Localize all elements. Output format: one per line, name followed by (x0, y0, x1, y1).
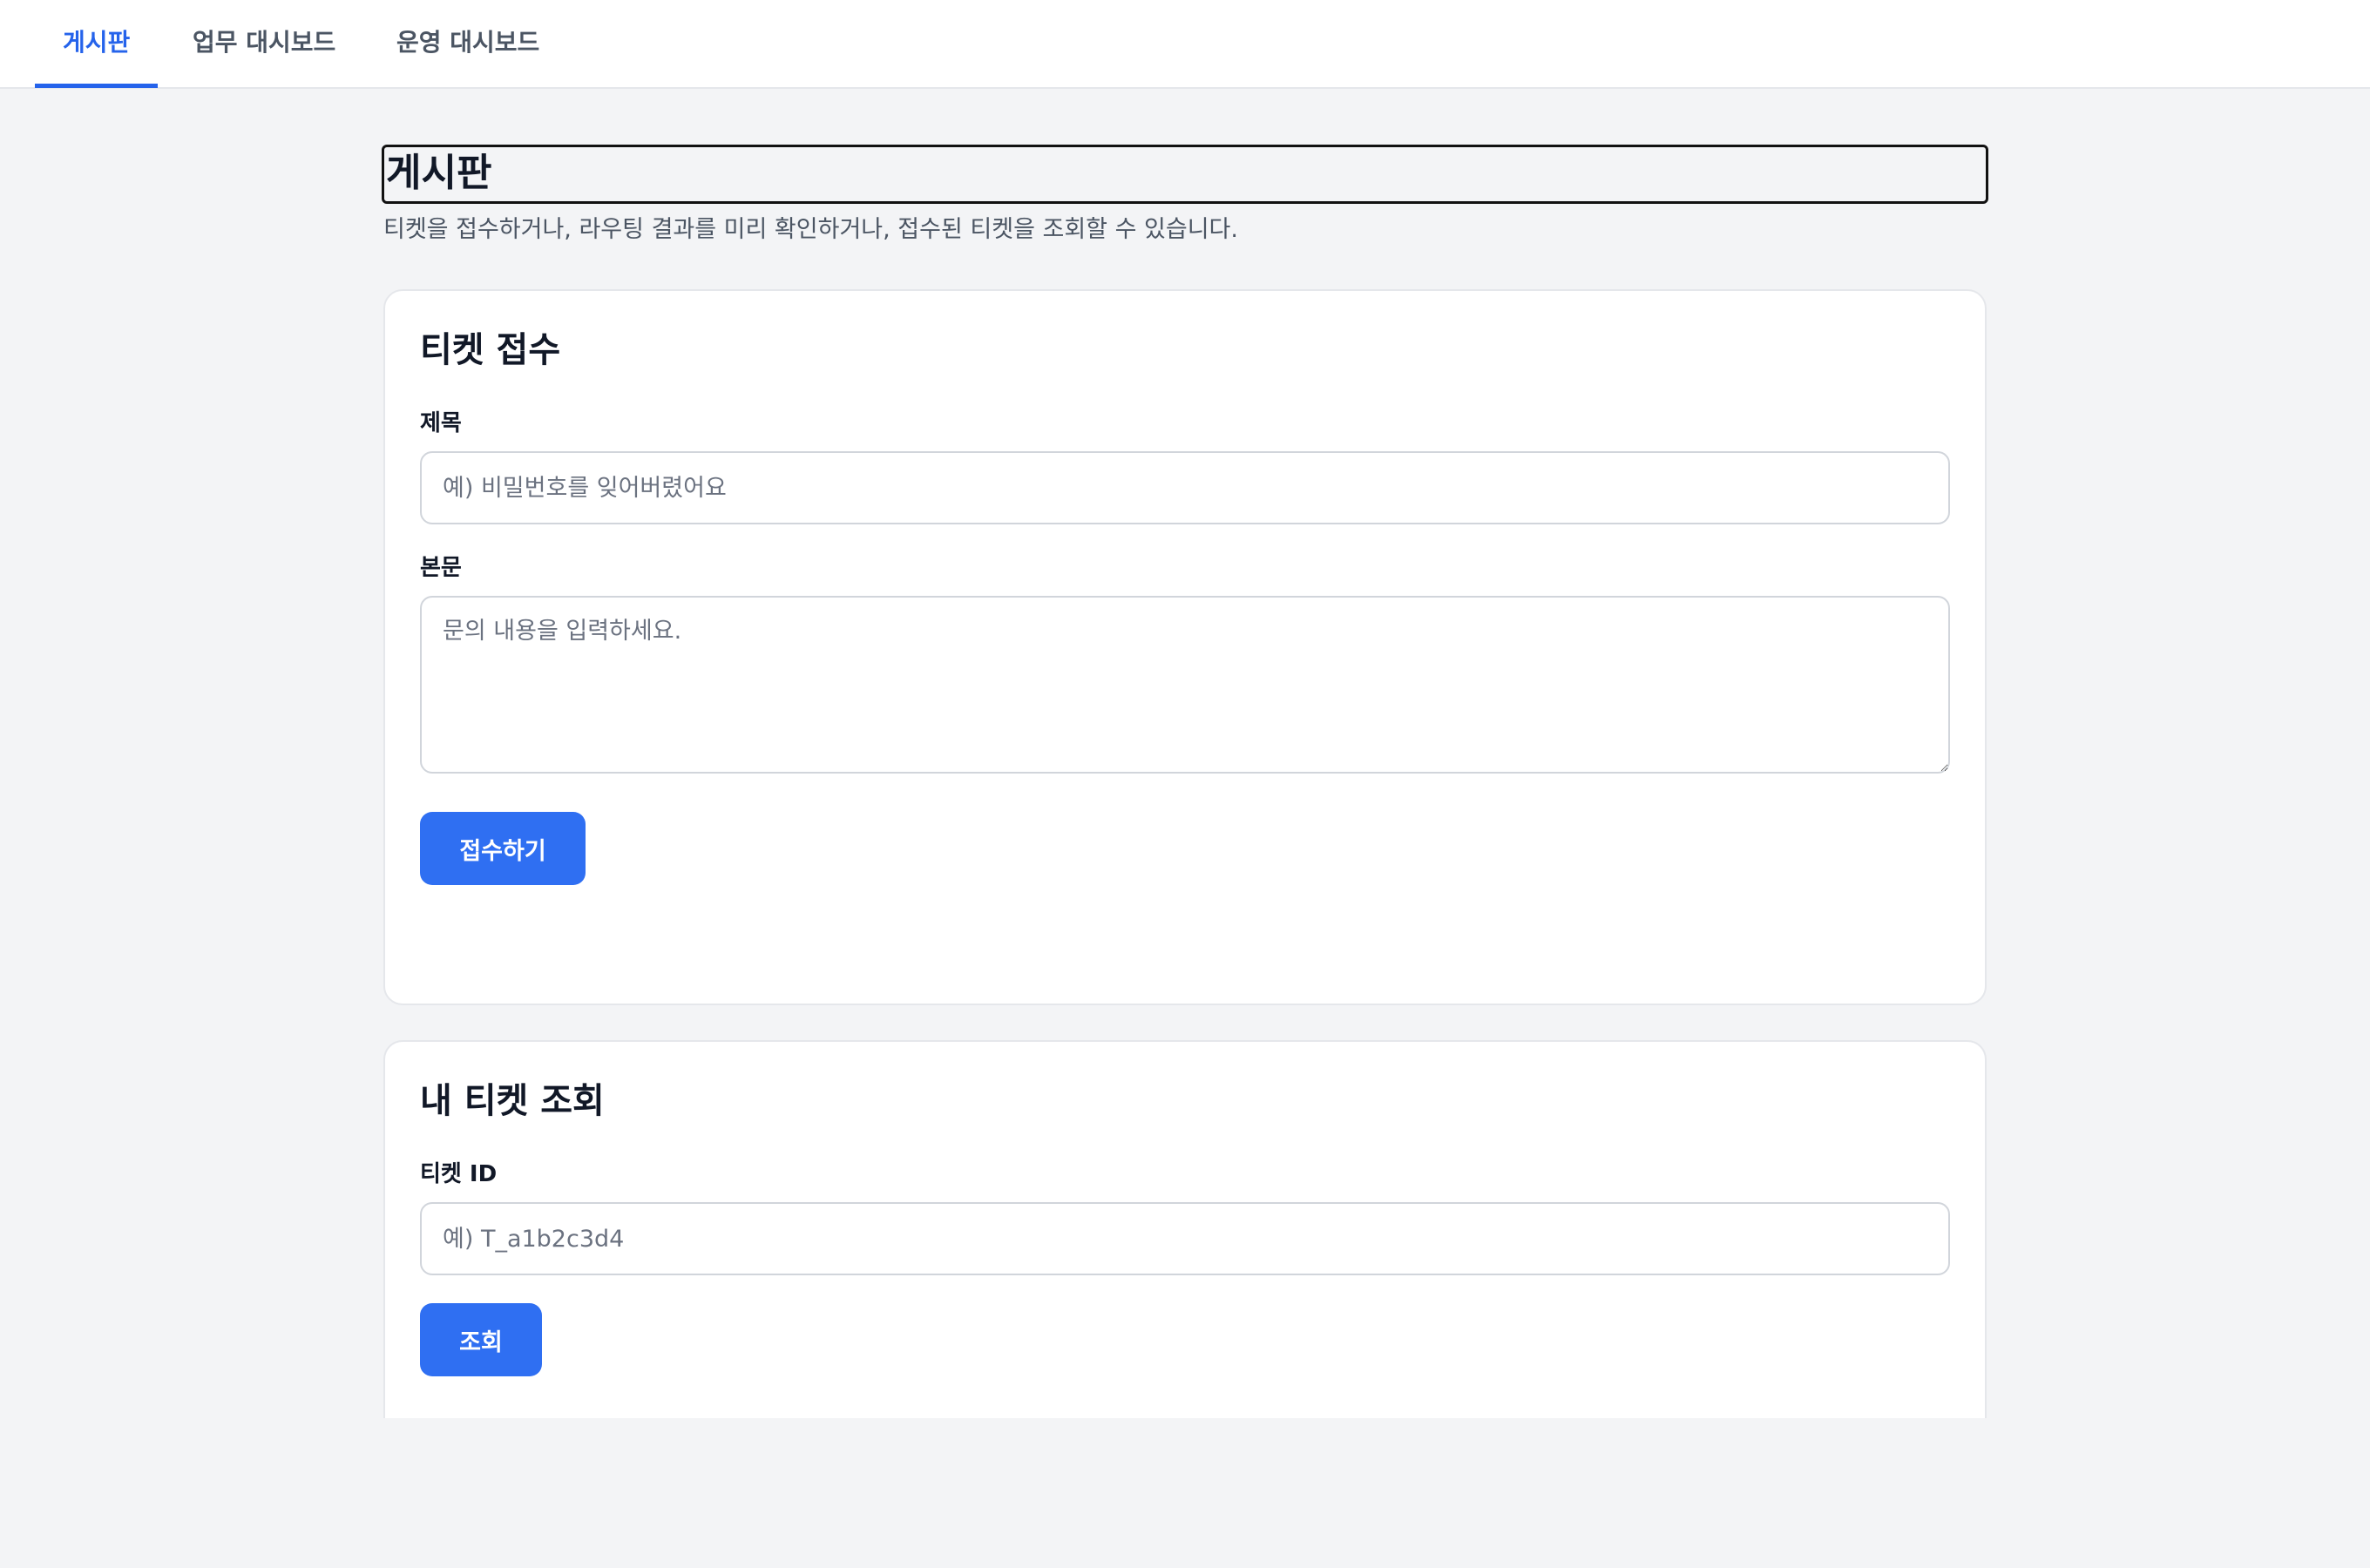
ticket-intake-card: 티켓 접수 제목 본문 접수하기 (383, 289, 1987, 1005)
top-navigation: 게시판 업무 대시보드 운영 대시보드 (0, 0, 2370, 89)
body-label: 본문 (420, 555, 462, 581)
ticket-lookup-title: 내 티켓 조회 (420, 1081, 605, 1121)
subject-label: 제목 (420, 410, 462, 436)
ticket-id-input[interactable] (420, 1202, 1950, 1275)
tab-ops-dashboard[interactable]: 운영 대시보드 (396, 0, 539, 89)
page-title: 게시판 (382, 145, 1988, 204)
tab-work-dashboard[interactable]: 업무 대시보드 (193, 0, 335, 89)
page-description: 티켓을 접수하거나, 라우팅 결과를 미리 확인하거나, 접수된 티켓을 조회할… (383, 216, 1238, 243)
lookup-button[interactable]: 조회 (420, 1303, 542, 1376)
ticket-intake-title: 티켓 접수 (420, 330, 561, 370)
tab-board[interactable]: 게시판 (63, 0, 130, 89)
body-textarea[interactable] (420, 596, 1950, 774)
subject-input[interactable] (420, 451, 1950, 524)
submit-ticket-button[interactable]: 접수하기 (420, 812, 586, 885)
ticket-id-label: 티켓 ID (420, 1161, 498, 1187)
active-tab-indicator (35, 84, 158, 88)
ticket-lookup-card: 내 티켓 조회 티켓 ID 조회 (383, 1040, 1987, 1418)
